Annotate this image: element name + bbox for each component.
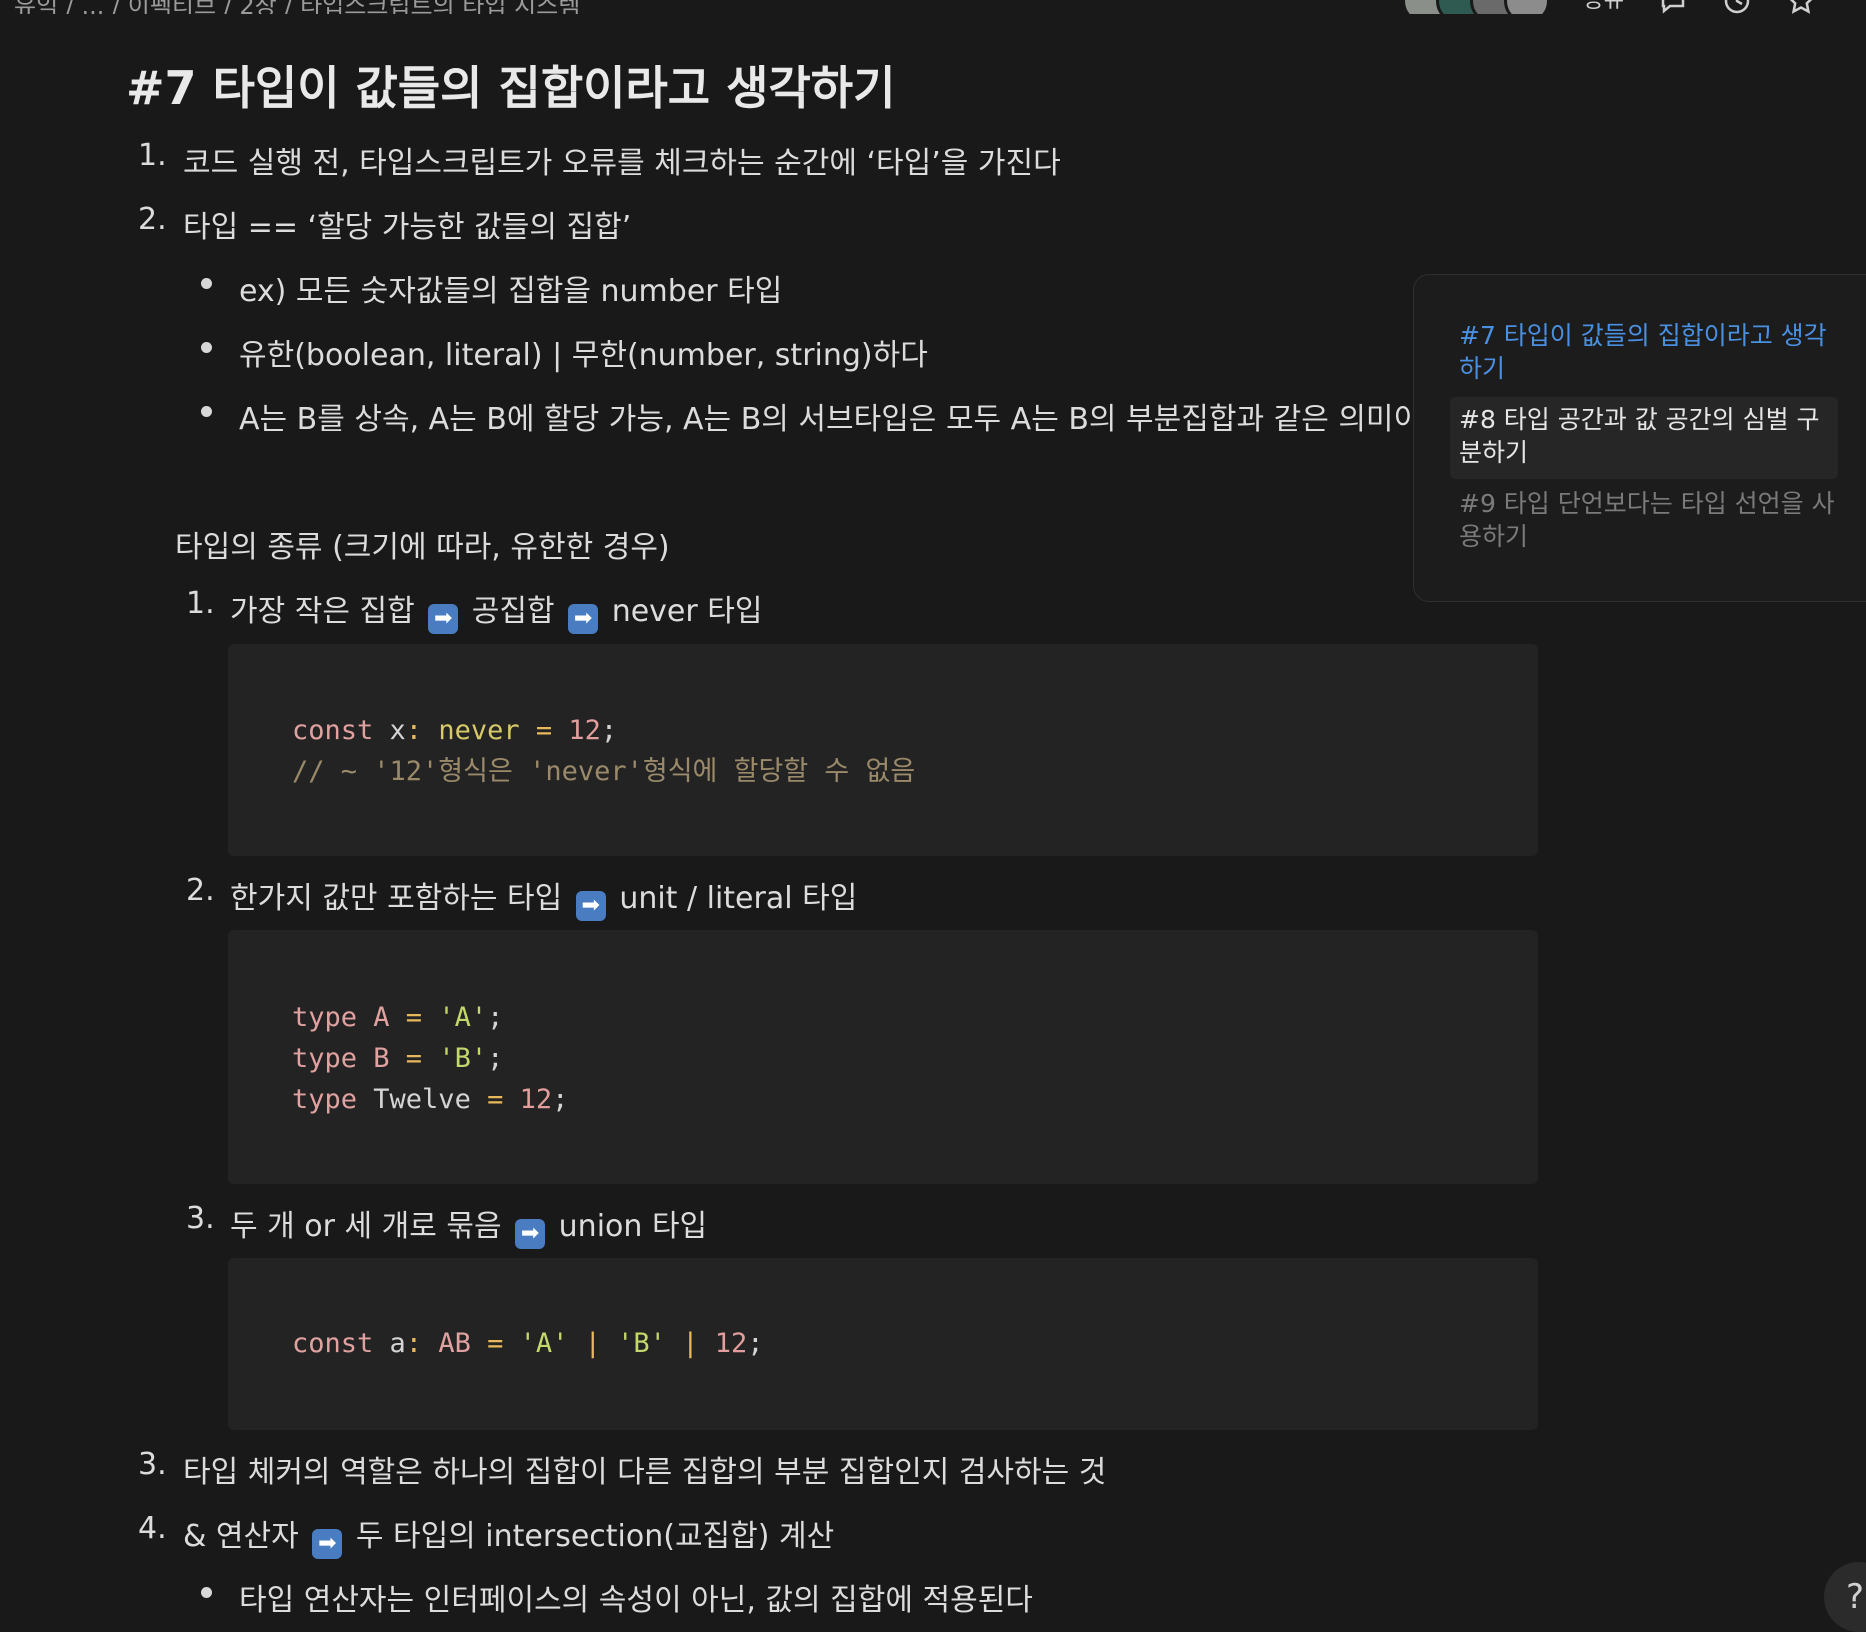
- top-bar: 유익 / ... / 이펙티브 / 2장 / 타입스크립트의 타입 시스템 공유: [0, 0, 1866, 14]
- code-token: x: [373, 715, 406, 746]
- code-token: ;: [487, 1002, 504, 1033]
- comment-icon[interactable]: [1658, 0, 1688, 14]
- code-token: 'A': [503, 1328, 569, 1359]
- star-icon[interactable]: [1786, 0, 1816, 14]
- list-item-text: 두 개 or 세 개로 묶음: [230, 1209, 502, 1244]
- code-token: 12: [698, 1328, 748, 1359]
- code-token: A: [357, 1002, 390, 1033]
- list-number: 1.: [138, 138, 167, 173]
- code-token: =: [470, 1328, 504, 1359]
- code-token: Twelve: [357, 1084, 471, 1115]
- subheading-text: 타입의 종류 (크기에 따라, 유한한 경우): [175, 530, 670, 565]
- list-item: 타입 == ‘할당 가능한 값들의 집합’: [183, 210, 632, 245]
- list-item-text: 한가지 값만 포함하는 타입: [230, 881, 563, 916]
- list-item-text: never 타입: [611, 594, 763, 629]
- code-token: type: [292, 1002, 358, 1033]
- code-comment: // ~ '12'형식은 'never'형식에 할당할 수 없음: [292, 756, 916, 787]
- code-token: |: [568, 1328, 601, 1359]
- arrow-right-icon: ➡: [575, 891, 606, 921]
- code-token: 12: [552, 715, 601, 746]
- code-line: type Twelve = 12;: [292, 1079, 568, 1120]
- code-token: :: [405, 715, 423, 746]
- code-token: ;: [747, 1328, 764, 1359]
- code-token: const: [292, 715, 374, 746]
- code-line: const x: never = 12;: [292, 710, 617, 751]
- list-number: 3.: [138, 1447, 167, 1482]
- code-token: never: [422, 715, 520, 746]
- code-token: =: [470, 1084, 504, 1115]
- code-token: =: [389, 1002, 423, 1033]
- list-item-text: unit / literal 타입: [619, 881, 858, 916]
- list-item: 타입 체커의 역할은 하나의 집합이 다른 집합의 부분 집합인지 검사하는 것: [183, 1455, 1107, 1490]
- bullet-item: 유한(boolean, literal) | 무한(number, string…: [239, 338, 928, 373]
- list-item: 가장 작은 집합 ➡ 공집합 ➡ never 타입: [230, 586, 762, 634]
- bullet-item: 타입 연산자는 인터페이스의 속성이 아닌, 값의 집합에 적용된다: [239, 1583, 1033, 1618]
- list-item-text: 가장 작은 집합: [230, 594, 415, 629]
- code-token: =: [519, 715, 553, 746]
- bullet-item: ex) 모든 숫자값들의 집합을 number 타입: [239, 274, 783, 309]
- list-item-text: union 타입: [558, 1209, 708, 1244]
- table-of-contents: #7 타입이 값들의 집합이라고 생각하기 #8 타입 공간과 값 공간의 심벌…: [1413, 274, 1866, 602]
- code-token: 'A': [422, 1002, 488, 1033]
- code-block[interactable]: type A = 'A'; type B = 'B'; type Twelve …: [228, 930, 1538, 1184]
- list-number: 4.: [138, 1511, 167, 1546]
- list-item: 두 개 or 세 개로 묶음 ➡ union 타입: [230, 1201, 707, 1249]
- list-item: & 연산자 ➡ 두 타입의 intersection(교집합) 계산: [183, 1511, 834, 1559]
- arrow-right-icon: ➡: [312, 1529, 343, 1559]
- list-number: 2.: [186, 873, 215, 908]
- list-item-text: 공집합: [471, 594, 555, 629]
- help-button[interactable]: ?: [1824, 1562, 1866, 1632]
- code-token: :: [405, 1328, 423, 1359]
- code-line: type A = 'A';: [292, 997, 503, 1038]
- list-item-text: 두 타입의 intersection(교집합) 계산: [355, 1519, 835, 1554]
- code-token: ;: [487, 1043, 504, 1074]
- code-token: ;: [552, 1084, 569, 1115]
- list-item-text: & 연산자: [183, 1519, 299, 1554]
- code-token: AB: [422, 1328, 471, 1359]
- avatar[interactable]: [1503, 0, 1550, 14]
- breadcrumb[interactable]: 유익 / ... / 이펙티브 / 2장 / 타입스크립트의 타입 시스템: [14, 0, 580, 14]
- toc-item[interactable]: #7 타입이 값들의 집합이라고 생각하기: [1459, 319, 1839, 385]
- code-block[interactable]: const x: never = 12; // ~ '12'형식은 'never…: [228, 644, 1538, 856]
- code-token: 'B': [422, 1043, 488, 1074]
- code-line: type B = 'B';: [292, 1038, 503, 1079]
- arrow-right-icon: ➡: [568, 604, 599, 634]
- code-token: type: [292, 1043, 358, 1074]
- share-button[interactable]: 공유: [1584, 0, 1624, 14]
- list-number: 2.: [138, 202, 167, 237]
- list-item: 한가지 값만 포함하는 타입 ➡ unit / literal 타입: [230, 873, 857, 921]
- code-token: type: [292, 1084, 358, 1115]
- code-token: B: [357, 1043, 390, 1074]
- clock-icon[interactable]: [1722, 0, 1752, 14]
- arrow-right-icon: ➡: [428, 604, 459, 634]
- top-actions: 공유: [1401, 0, 1816, 14]
- code-token: =: [389, 1043, 423, 1074]
- code-line: const a: AB = 'A' | 'B' | 12;: [292, 1323, 764, 1364]
- code-token: a: [373, 1328, 406, 1359]
- toc-item[interactable]: #8 타입 공간과 값 공간의 심벌 구분하기: [1459, 403, 1839, 469]
- code-block[interactable]: const a: AB = 'A' | 'B' | 12;: [228, 1258, 1538, 1430]
- code-token: 12: [503, 1084, 553, 1115]
- bullet-dot: [201, 278, 212, 289]
- code-token: 'B': [600, 1328, 666, 1359]
- code-token: const: [292, 1328, 374, 1359]
- list-number: 3.: [186, 1201, 215, 1236]
- arrow-right-icon: ➡: [515, 1219, 546, 1249]
- bullet-item: A는 B를 상속, A는 B에 할당 가능, A는 B의 서브타입은 모두 A는…: [239, 402, 1449, 437]
- list-number: 1.: [186, 586, 215, 621]
- bullet-dot: [201, 342, 212, 353]
- bullet-dot: [201, 406, 212, 417]
- code-token: ;: [600, 715, 618, 746]
- list-item: 코드 실행 전, 타입스크립트가 오류를 체크하는 순간에 ‘타입’을 가진다: [183, 146, 1061, 181]
- page-title: #7 타입이 값들의 집합이라고 생각하기: [126, 61, 896, 115]
- code-token: |: [665, 1328, 699, 1359]
- collaborator-avatars[interactable]: [1401, 0, 1550, 14]
- bullet-dot: [201, 1587, 212, 1598]
- toc-item[interactable]: #9 타입 단언보다는 타입 선언을 사용하기: [1459, 487, 1839, 553]
